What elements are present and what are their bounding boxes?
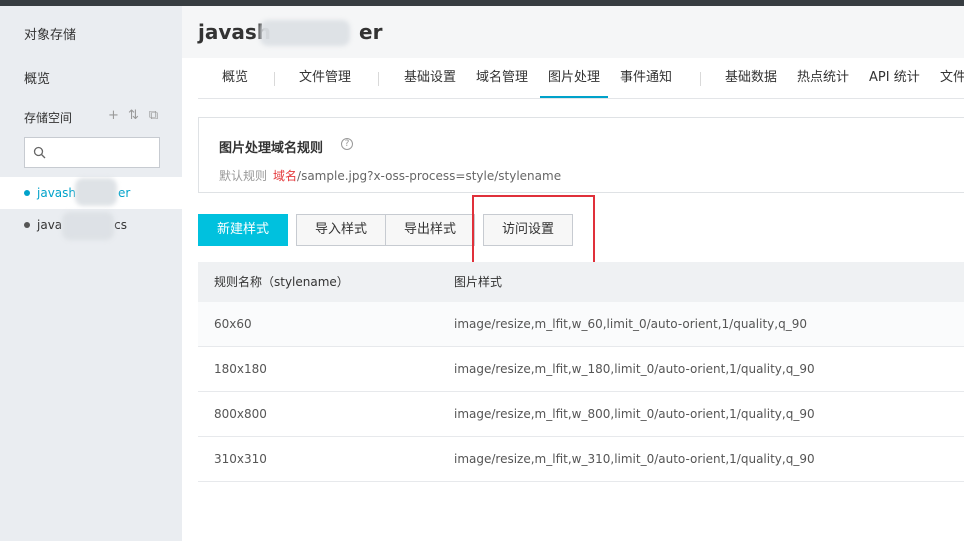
import-style-button[interactable]: 导入样式 <box>296 214 386 246</box>
sort-icon[interactable]: ⇅ <box>127 108 140 123</box>
tab-api-stats[interactable]: API 统计 <box>869 58 920 98</box>
redaction <box>75 178 117 206</box>
add-icon[interactable]: + <box>107 108 120 123</box>
rule-path: /sample.jpg?x-oss-process=style/stylenam… <box>297 169 562 183</box>
tab-divider <box>700 72 701 86</box>
page-header: javash er <box>182 6 964 58</box>
default-rule: 默认规则 域名/sample.jpg?x-oss-process=style/st… <box>219 167 561 184</box>
bucket-name-suffix: cs <box>114 218 128 232</box>
bucket-name: java <box>37 218 63 232</box>
bucket-search-input[interactable] <box>24 137 160 168</box>
bucket-status-icon <box>24 222 30 228</box>
tab-domain-management[interactable]: 域名管理 <box>476 58 528 98</box>
style-name: 310x310 <box>214 452 267 466</box>
default-rule-label: 默认规则 <box>219 169 268 183</box>
bucket-name: javash <box>37 186 76 200</box>
tab-event-notification[interactable]: 事件通知 <box>620 58 672 98</box>
search-icon <box>33 146 46 159</box>
sidebar-title: 对象存储 <box>24 28 77 43</box>
sidebar-tools: + ⇅ ⧉ <box>107 108 160 123</box>
tab-bar: 概览 文件管理 基础设置 域名管理 图片处理 事件通知 基础数据 热点统计 AP… <box>198 58 964 99</box>
column-header-style: 图片样式 <box>454 275 503 289</box>
style-value: image/resize,m_lfit,w_800,limit_0/auto-o… <box>454 407 815 421</box>
help-icon[interactable]: ? <box>341 138 353 150</box>
redaction <box>62 212 114 240</box>
style-value: image/resize,m_lfit,w_310,limit_0/auto-o… <box>454 452 815 466</box>
bucket-name-suffix: er <box>118 186 131 200</box>
main-content: javash er 概览 文件管理 基础设置 域名管理 图片处理 事件通知 基础数… <box>182 6 964 541</box>
tab-divider <box>378 72 379 86</box>
redaction <box>260 20 350 46</box>
style-value: image/resize,m_lfit,w_60,limit_0/auto-or… <box>454 317 807 331</box>
tab-basic-settings[interactable]: 基础设置 <box>404 58 456 98</box>
tab-file-management[interactable]: 文件管理 <box>299 58 351 98</box>
highlight-box <box>472 195 595 269</box>
bucket-status-icon <box>24 190 30 196</box>
style-value: image/resize,m_lfit,w_180,limit_0/auto-o… <box>454 362 815 376</box>
style-name: 800x800 <box>214 407 267 421</box>
sidebar-item-overview[interactable]: 概览 <box>24 68 50 87</box>
column-header-stylename: 规则名称（stylename） <box>214 275 349 289</box>
tab-hotspot-stats[interactable]: 热点统计 <box>797 58 849 98</box>
table-row[interactable]: 310x310 image/resize,m_lfit,w_310,limit_… <box>198 437 964 482</box>
tab-image-processing[interactable]: 图片处理 <box>540 58 609 98</box>
new-style-button[interactable]: 新建样式 <box>198 214 288 246</box>
sidebar: 对象存储 概览 存储空间 + ⇅ ⧉ javash er java cs <box>0 6 182 541</box>
storage-space-label: 存储空间 <box>24 111 73 125</box>
table-row[interactable]: 800x800 image/resize,m_lfit,w_800,limit_… <box>198 392 964 437</box>
tab-basic-data[interactable]: 基础数据 <box>725 58 777 98</box>
tab-divider <box>274 72 275 86</box>
domain-rule-panel: 图片处理域名规则 ? 默认规则 域名/sample.jpg?x-oss-proce… <box>198 117 964 193</box>
domain-rule-title: 图片处理域名规则 <box>219 141 324 156</box>
table-header: 规则名称（stylename） 图片样式 <box>198 262 964 302</box>
tab-file-more[interactable]: 文件 <box>940 58 964 98</box>
style-name: 60x60 <box>214 317 252 331</box>
style-name: 180x180 <box>214 362 267 376</box>
table-row[interactable]: 60x60 image/resize,m_lfit,w_60,limit_0/a… <box>198 302 964 347</box>
table-row[interactable]: 180x180 image/resize,m_lfit,w_180,limit_… <box>198 347 964 392</box>
tab-overview[interactable]: 概览 <box>222 58 248 98</box>
export-style-button[interactable]: 导出样式 <box>385 214 475 246</box>
domain-placeholder: 域名 <box>273 169 298 183</box>
expand-icon[interactable]: ⧉ <box>147 108 160 123</box>
